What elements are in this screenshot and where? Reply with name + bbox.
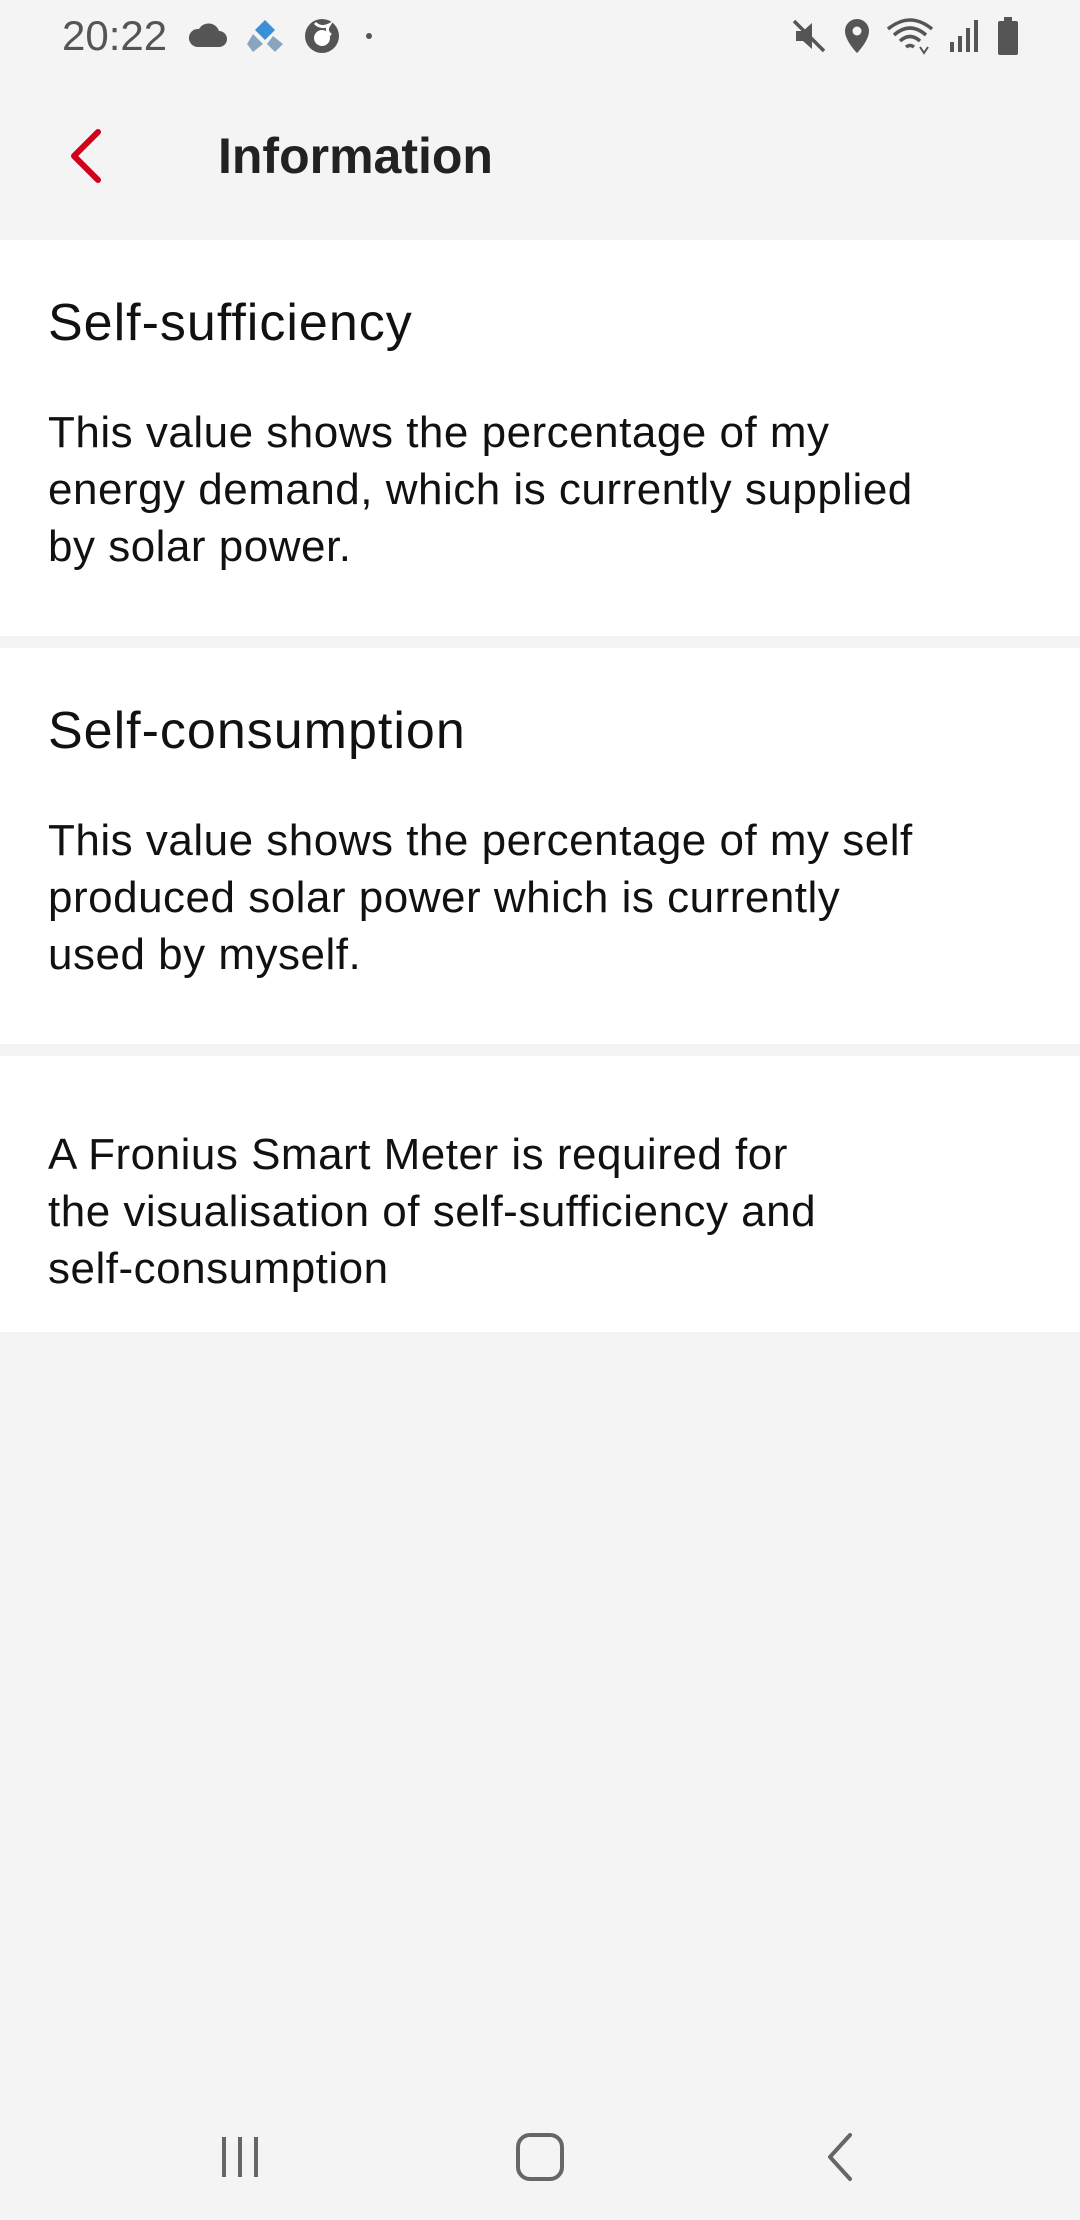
firefox-icon xyxy=(303,17,341,55)
section-text: This value shows the percentage of my se… xyxy=(48,816,913,980)
navigation-bar xyxy=(0,2094,1080,2220)
status-left-icons xyxy=(187,17,379,55)
self-consumption-card: Self-consumption This value shows the pe… xyxy=(0,648,1080,1044)
back-button[interactable] xyxy=(46,116,126,196)
back-icon xyxy=(828,2133,852,2181)
signal-icon xyxy=(948,18,982,54)
self-sufficiency-card: Self-sufficiency This value shows the pe… xyxy=(0,240,1080,636)
status-time: 20:22 xyxy=(62,12,168,59)
section-heading: Self-consumption xyxy=(48,702,466,760)
recent-apps-icon xyxy=(222,2137,258,2177)
page-title: Information xyxy=(218,128,493,184)
screen: 20:22 Information Self-sufficiency This … xyxy=(0,0,1080,2220)
home-icon xyxy=(516,2133,564,2181)
section-heading: Self-sufficiency xyxy=(48,294,413,352)
location-icon xyxy=(842,17,872,55)
system-back-button[interactable] xyxy=(780,2107,900,2207)
app-notification-icon xyxy=(245,18,285,54)
wifi-icon xyxy=(886,17,934,55)
dot-icon xyxy=(359,26,379,46)
content: Self-sufficiency This value shows the pe… xyxy=(0,240,1080,1332)
recent-apps-button[interactable] xyxy=(180,2107,300,2207)
section-text: This value shows the percentage of my en… xyxy=(48,408,913,572)
smart-meter-note-card: A Fronius Smart Meter is required for th… xyxy=(0,1056,1080,1332)
status-bar: 20:22 xyxy=(0,0,1080,72)
chevron-left-icon xyxy=(71,129,101,183)
home-button[interactable] xyxy=(480,2107,600,2207)
app-bar: Information xyxy=(0,72,1080,240)
note-text: A Fronius Smart Meter is required for th… xyxy=(48,1130,817,1293)
battery-icon xyxy=(996,16,1020,56)
cloud-icon xyxy=(187,23,228,49)
status-right-icons xyxy=(790,16,1020,56)
mute-icon xyxy=(790,17,828,55)
